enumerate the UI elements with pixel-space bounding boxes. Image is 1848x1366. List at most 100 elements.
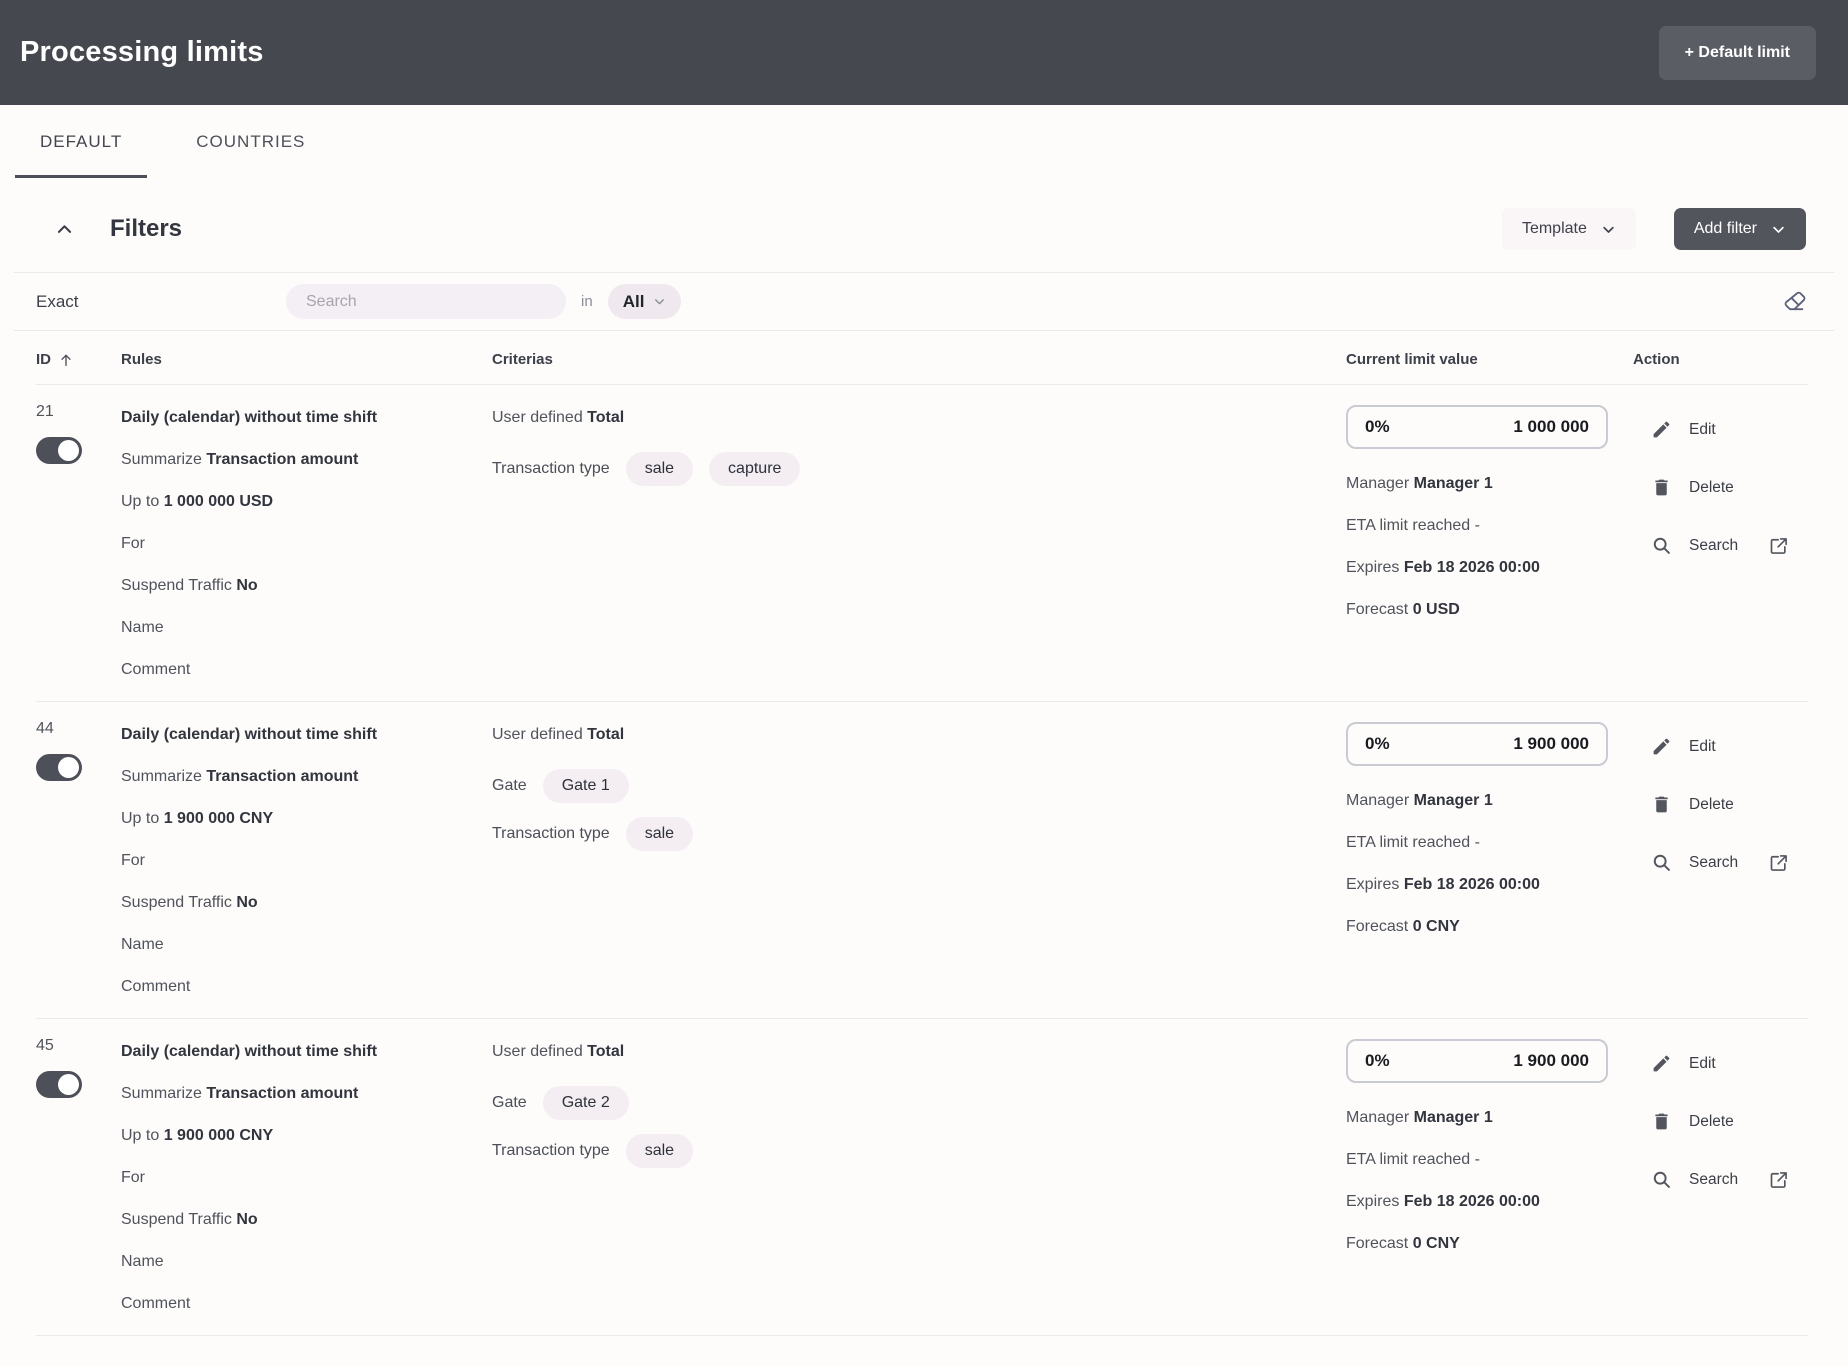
- pencil-icon: [1651, 1053, 1672, 1074]
- rule-period: Daily (calendar) without time shift: [121, 1031, 492, 1073]
- filters-title: Filters: [110, 215, 182, 243]
- external-link-icon: [1769, 853, 1789, 873]
- tab-countries[interactable]: COUNTRIES: [171, 105, 330, 178]
- limit-percent: 0%: [1365, 1051, 1390, 1071]
- external-link-icon: [1769, 536, 1789, 556]
- pencil-icon: [1651, 736, 1672, 757]
- chevron-down-icon: [1601, 222, 1616, 237]
- magnifier-icon: [1651, 1169, 1672, 1190]
- limit-value: 1 000 000: [1513, 417, 1589, 437]
- search-button[interactable]: Search: [1651, 852, 1789, 873]
- edit-button[interactable]: Edit: [1651, 1053, 1716, 1074]
- filters-header: Filters Template Add filter: [0, 178, 1848, 272]
- limit-eta: ETA limit reached -: [1346, 822, 1633, 864]
- delete-button-label: Delete: [1689, 479, 1734, 497]
- filters-collapse-button[interactable]: [55, 220, 74, 239]
- trash-icon: [1651, 794, 1672, 815]
- criteria-gate: Gate Gate 2: [492, 1086, 1346, 1120]
- column-header-rules: Rules: [121, 351, 492, 368]
- clear-filter-button[interactable]: [1782, 289, 1808, 315]
- search-input[interactable]: [286, 284, 566, 319]
- column-header-id[interactable]: ID: [36, 351, 121, 368]
- limit-expires: Expires Feb 18 2026 00:00: [1346, 547, 1633, 589]
- edit-button-label: Edit: [1689, 738, 1716, 756]
- rule-up-to: Up to 1 900 000 CNY: [121, 798, 492, 840]
- limit-manager: Manager Manager 1: [1346, 1097, 1633, 1139]
- chevron-up-icon: [55, 220, 74, 239]
- template-button[interactable]: Template: [1502, 208, 1636, 250]
- current-limit-box: 0% 1 000 000: [1346, 405, 1608, 449]
- rule-name: Name: [121, 924, 492, 966]
- limit-percent: 0%: [1365, 417, 1390, 437]
- criteria-user-defined: User defined Total: [492, 397, 1346, 439]
- search-button-label: Search: [1689, 1171, 1738, 1189]
- rule-period: Daily (calendar) without time shift: [121, 714, 492, 756]
- limit-value: 1 900 000: [1513, 1051, 1589, 1071]
- page-title: Processing limits: [20, 36, 264, 69]
- limit-forecast: Forecast 0 CNY: [1346, 1223, 1633, 1265]
- delete-button[interactable]: Delete: [1651, 1111, 1734, 1132]
- limit-forecast: Forecast 0 CNY: [1346, 906, 1633, 948]
- scope-select-value: All: [623, 292, 645, 312]
- table-row: 44 Daily (calendar) without time shift S…: [36, 702, 1808, 1019]
- criteria-gate: Gate Gate 1: [492, 769, 1346, 803]
- top-bar: Processing limits + Default limit: [0, 0, 1848, 105]
- row-enabled-toggle[interactable]: [36, 1071, 82, 1098]
- delete-button[interactable]: Delete: [1651, 477, 1734, 498]
- edit-button-label: Edit: [1689, 421, 1716, 439]
- edit-button[interactable]: Edit: [1651, 736, 1716, 757]
- limit-expires: Expires Feb 18 2026 00:00: [1346, 1181, 1633, 1223]
- transaction-type-chip: sale: [626, 1134, 693, 1168]
- limit-value: 1 900 000: [1513, 734, 1589, 754]
- tab-default[interactable]: DEFAULT: [15, 105, 147, 178]
- table-row: 45 Daily (calendar) without time shift S…: [36, 1019, 1808, 1336]
- tab-bar: DEFAULT COUNTRIES: [0, 105, 1848, 178]
- magnifier-icon: [1651, 852, 1672, 873]
- in-label: in: [581, 293, 593, 310]
- template-button-label: Template: [1522, 220, 1587, 238]
- add-default-limit-button[interactable]: + Default limit: [1659, 26, 1816, 80]
- exact-filter-row: Exact in All: [0, 273, 1848, 330]
- row-id: 21: [36, 397, 121, 427]
- eraser-icon: [1782, 289, 1808, 315]
- edit-button[interactable]: Edit: [1651, 419, 1716, 440]
- row-id: 44: [36, 714, 121, 744]
- rule-comment: Comment: [121, 649, 492, 691]
- edit-button-label: Edit: [1689, 1055, 1716, 1073]
- rule-name: Name: [121, 607, 492, 649]
- delete-button[interactable]: Delete: [1651, 794, 1734, 815]
- row-enabled-toggle[interactable]: [36, 754, 82, 781]
- trash-icon: [1651, 1111, 1672, 1132]
- current-limit-box: 0% 1 900 000: [1346, 1039, 1608, 1083]
- chevron-down-icon: [1771, 222, 1786, 237]
- rule-suspend-traffic: Suspend Traffic No: [121, 565, 492, 607]
- criteria-transaction-type: Transaction type sale: [492, 1134, 1346, 1168]
- column-header-limit: Current limit value: [1346, 351, 1633, 368]
- current-limit-box: 0% 1 900 000: [1346, 722, 1608, 766]
- arrow-up-icon: [58, 352, 74, 368]
- rule-suspend-traffic: Suspend Traffic No: [121, 1199, 492, 1241]
- search-button[interactable]: Search: [1651, 1169, 1789, 1190]
- rule-period: Daily (calendar) without time shift: [121, 397, 492, 439]
- scope-select[interactable]: All: [608, 284, 682, 319]
- limit-forecast: Forecast 0 USD: [1346, 589, 1633, 631]
- criteria-transaction-type: Transaction type sale capture: [492, 452, 1346, 486]
- add-filter-button[interactable]: Add filter: [1674, 208, 1806, 250]
- search-button[interactable]: Search: [1651, 535, 1789, 556]
- limit-expires: Expires Feb 18 2026 00:00: [1346, 864, 1633, 906]
- magnifier-icon: [1651, 535, 1672, 556]
- row-enabled-toggle[interactable]: [36, 437, 82, 464]
- limit-eta: ETA limit reached -: [1346, 1139, 1633, 1181]
- transaction-type-chip: sale: [626, 452, 693, 486]
- rule-for: For: [121, 840, 492, 882]
- chevron-down-icon: [653, 295, 666, 308]
- gate-chip: Gate 1: [543, 769, 629, 803]
- criteria-transaction-type: Transaction type sale: [492, 817, 1346, 851]
- search-button-label: Search: [1689, 854, 1738, 872]
- rule-comment: Comment: [121, 966, 492, 1008]
- rule-for: For: [121, 523, 492, 565]
- row-id: 45: [36, 1031, 121, 1061]
- search-button-label: Search: [1689, 537, 1738, 555]
- rule-summarize: Summarize Transaction amount: [121, 756, 492, 798]
- table-header-row: ID Rules Criterias Current limit value A…: [36, 331, 1808, 385]
